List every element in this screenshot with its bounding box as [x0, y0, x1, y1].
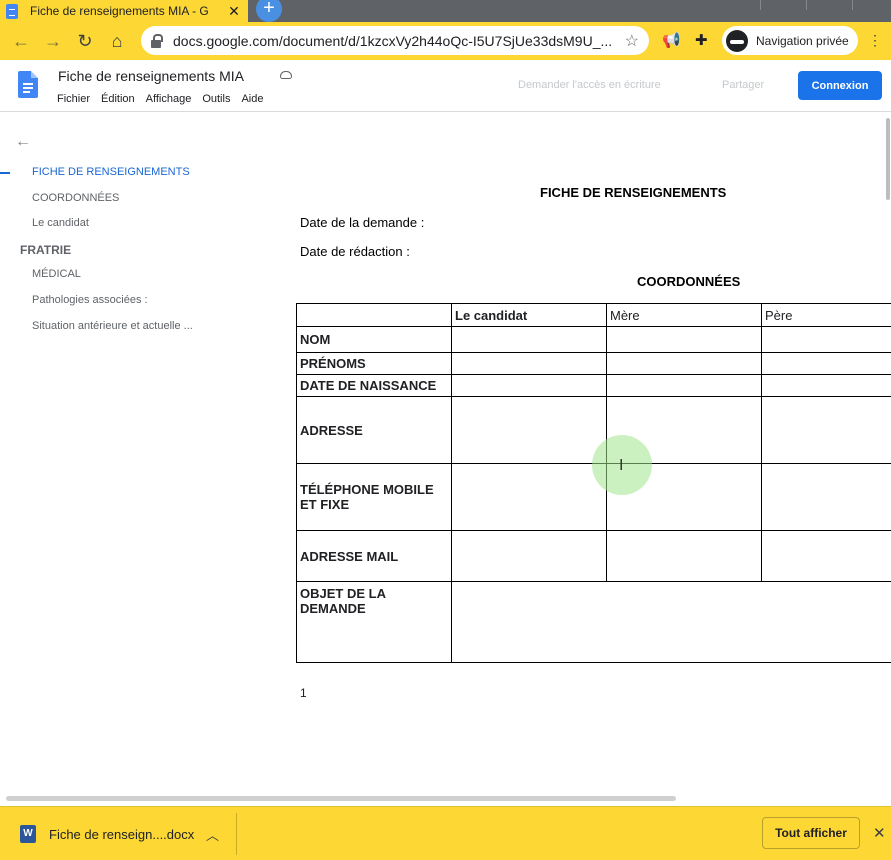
- outline-item-situation[interactable]: Situation antérieure et actuelle ...: [32, 320, 193, 332]
- docs-favicon-icon: [6, 3, 18, 19]
- bookmark-star-icon[interactable]: ☆: [625, 31, 639, 51]
- word-file-icon: W: [20, 825, 36, 843]
- table-cell[interactable]: [451, 374, 607, 397]
- docs-menubar: Fichier Édition Affichage Outils Aide: [57, 93, 263, 105]
- text-cursor-icon: I: [619, 457, 624, 474]
- document-heading: FICHE DE RENSEIGNEMENTS: [540, 185, 727, 200]
- table-cell[interactable]: [761, 530, 891, 582]
- table-row: ADRESSE MAIL: [296, 530, 891, 582]
- row-label: PRÉNOMS: [296, 352, 452, 375]
- request-edit-access-button[interactable]: Demander l'accès en écriture: [518, 79, 661, 91]
- share-button[interactable]: Partager: [722, 79, 764, 91]
- table-row: DATE DE NAISSANCE: [296, 374, 891, 397]
- browser-tab[interactable]: Fiche de renseignements MIA - G ✕: [0, 0, 248, 22]
- chevron-up-icon[interactable]: ︿: [206, 825, 219, 844]
- url-text: docs.google.com/document/d/1kzcxVy2h44oQ…: [173, 32, 613, 49]
- document-title[interactable]: Fiche de renseignements MIA: [58, 68, 244, 84]
- minimize-button[interactable]: [760, 0, 804, 10]
- outline-item-fratrie[interactable]: FRATRIE: [20, 243, 71, 257]
- table-cell[interactable]: [761, 396, 891, 464]
- tab-title: Fiche de renseignements MIA - G: [30, 4, 209, 18]
- table-cell[interactable]: [761, 374, 891, 397]
- incognito-icon: [726, 29, 748, 52]
- incognito-label: Navigation privée: [756, 33, 849, 48]
- maximize-button[interactable]: [806, 0, 850, 10]
- table-row: PRÉNOMS: [296, 352, 891, 375]
- show-all-button[interactable]: Tout afficher: [762, 817, 860, 849]
- cloud-status-icon[interactable]: [280, 71, 292, 79]
- outline-item-pathologies[interactable]: Pathologies associées :: [32, 294, 148, 306]
- menu-affichage[interactable]: Affichage: [146, 93, 192, 105]
- date-demande-label: Date de la demande :: [300, 215, 425, 230]
- table-header-row: Le candidat Mère Père: [296, 303, 891, 327]
- table-cell[interactable]: [606, 530, 762, 582]
- coordinates-table: Le candidat Mère Père NOM PRÉNOMS DATE D…: [296, 303, 891, 663]
- section-heading: COORDONNÉES: [637, 274, 741, 289]
- row-label: OBJET DE LA DEMANDE: [296, 581, 452, 663]
- table-cell[interactable]: [761, 352, 891, 375]
- window-close-button[interactable]: [852, 0, 891, 10]
- table-cell[interactable]: [451, 326, 607, 353]
- row-label: ADRESSE: [296, 396, 452, 464]
- lock-icon: [151, 33, 163, 48]
- page-number: 1: [300, 686, 307, 700]
- docs-logo-icon[interactable]: [18, 71, 38, 98]
- tab-strip: Fiche de renseignements MIA - G ✕ +: [0, 0, 891, 22]
- table-cell[interactable]: [606, 374, 762, 397]
- sign-in-button[interactable]: Connexion: [798, 71, 882, 100]
- table-header-cell: Mère: [606, 303, 762, 327]
- menu-edition[interactable]: Édition: [101, 93, 135, 105]
- row-label: TÉLÉPHONE MOBILE ET FIXE: [296, 463, 452, 531]
- row-label: ADRESSE MAIL: [296, 530, 452, 582]
- table-row: NOM: [296, 326, 891, 353]
- outline-item-coordonnees[interactable]: COORDONNÉES: [32, 192, 119, 204]
- docs-header: Fiche de renseignements MIA Fichier Édit…: [0, 60, 891, 112]
- menu-outils[interactable]: Outils: [202, 93, 230, 105]
- outline-back-arrow-icon[interactable]: ←: [15, 133, 31, 151]
- outline-item-candidat[interactable]: Le candidat: [32, 217, 89, 229]
- menu-fichier[interactable]: Fichier: [57, 93, 90, 105]
- menu-aide[interactable]: Aide: [241, 93, 263, 105]
- download-bar: W Fiche de renseign....docx ︿ Tout affic…: [0, 806, 891, 860]
- table-header-cell: Père: [761, 303, 891, 327]
- table-cell[interactable]: [451, 352, 607, 375]
- table-row: OBJET DE LA DEMANDE: [296, 581, 891, 663]
- download-bar-close-icon[interactable]: ✕: [873, 824, 886, 842]
- browser-toolbar: ← → ↻ ⌂ docs.google.com/document/d/1kzcx…: [0, 22, 891, 60]
- table-cell[interactable]: [451, 396, 607, 464]
- table-cell[interactable]: [606, 352, 762, 375]
- table-cell[interactable]: [451, 581, 891, 663]
- table-cell[interactable]: [451, 463, 607, 531]
- home-icon[interactable]: ⌂: [101, 25, 133, 57]
- divider: [236, 813, 237, 855]
- row-label: DATE DE NAISSANCE: [296, 374, 452, 397]
- outline-active-marker: [0, 172, 10, 174]
- incognito-badge[interactable]: Navigation privée: [722, 26, 858, 55]
- tab-close-icon[interactable]: ✕: [226, 3, 242, 20]
- new-tab-button[interactable]: +: [256, 0, 282, 22]
- horizontal-scrollbar[interactable]: [6, 796, 676, 801]
- date-redaction-label: Date de rédaction :: [300, 244, 410, 259]
- outline-item-fiche[interactable]: FICHE DE RENSEIGNEMENTS: [32, 166, 190, 178]
- table-cell[interactable]: [761, 463, 891, 531]
- address-bar[interactable]: docs.google.com/document/d/1kzcxVy2h44oQ…: [141, 26, 649, 55]
- table-header-cell: [296, 303, 452, 327]
- reload-icon[interactable]: ↻: [69, 25, 101, 57]
- download-file-name[interactable]: Fiche de renseign....docx: [49, 827, 194, 842]
- table-cell[interactable]: [606, 326, 762, 353]
- vertical-scrollbar[interactable]: [886, 118, 890, 200]
- outline-item-medical[interactable]: MÉDICAL: [32, 268, 81, 280]
- table-cell[interactable]: [451, 530, 607, 582]
- extensions-puzzle-icon[interactable]: ✚: [695, 31, 708, 49]
- row-label: NOM: [296, 326, 452, 353]
- forward-arrow-icon[interactable]: →: [37, 25, 69, 57]
- table-header-cell: Le candidat: [451, 303, 607, 327]
- megaphone-extension-icon[interactable]: 📢: [662, 31, 681, 49]
- table-cell[interactable]: [761, 326, 891, 353]
- browser-menu-icon[interactable]: ⋮: [868, 32, 882, 49]
- back-arrow-icon[interactable]: ←: [5, 25, 37, 57]
